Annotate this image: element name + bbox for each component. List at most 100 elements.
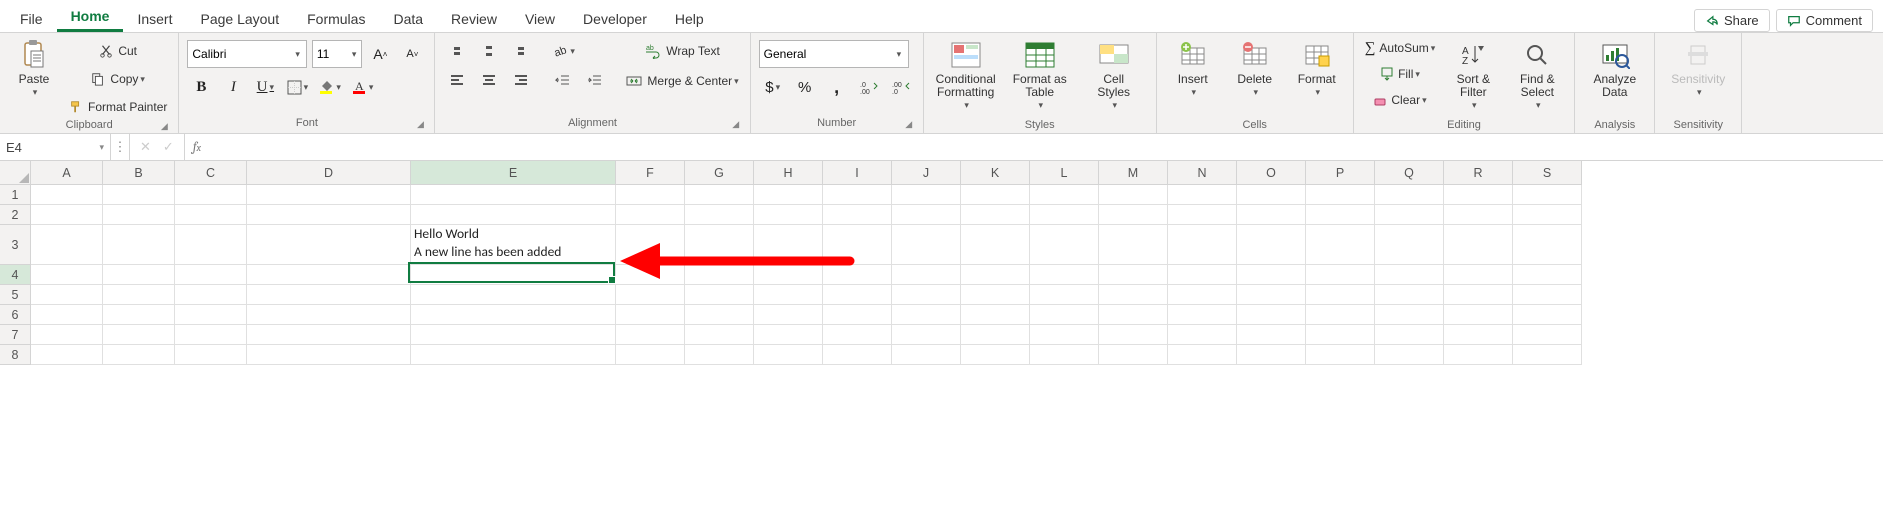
cell[interactable] (103, 185, 175, 205)
cell-E3[interactable]: Hello World A new line has been added (411, 225, 616, 265)
cell[interactable] (823, 225, 892, 265)
cell[interactable] (1444, 345, 1513, 365)
cell[interactable] (1030, 285, 1099, 305)
cell[interactable] (961, 185, 1030, 205)
cell[interactable] (1306, 185, 1375, 205)
cell[interactable] (1168, 285, 1237, 305)
align-middle-button[interactable] (475, 40, 503, 62)
cell[interactable] (1030, 225, 1099, 265)
tab-review[interactable]: Review (437, 5, 511, 32)
cell[interactable] (1375, 285, 1444, 305)
tab-insert[interactable]: Insert (123, 5, 186, 32)
comma-button[interactable]: , (823, 76, 851, 98)
col-header-F[interactable]: F (616, 161, 685, 185)
accounting-format-button[interactable]: $▾ (759, 76, 787, 98)
analyze-data-button[interactable]: Analyze Data (1583, 37, 1646, 119)
col-header-A[interactable]: A (31, 161, 103, 185)
cell[interactable] (754, 205, 823, 225)
copy-button[interactable]: Copy ▾ (66, 68, 170, 90)
number-format-select[interactable] (759, 40, 909, 68)
chevron-down-icon[interactable]: ▾ (99, 142, 104, 153)
cell[interactable] (1444, 325, 1513, 345)
cell[interactable] (1306, 225, 1375, 265)
fill-button[interactable]: Fill▾ (1362, 63, 1439, 85)
cell[interactable] (247, 325, 411, 345)
row-header-2[interactable]: 2 (0, 205, 31, 225)
decrease-indent-button[interactable] (549, 70, 577, 92)
chevron-down-icon[interactable]: ▾ (295, 49, 300, 60)
conditional-formatting-button[interactable]: Conditional Formatting▾ (932, 37, 1000, 119)
cell[interactable] (616, 265, 685, 285)
cell[interactable] (411, 285, 616, 305)
comment-button[interactable]: Comment (1776, 9, 1873, 32)
cell[interactable] (103, 265, 175, 285)
cell[interactable] (1513, 325, 1582, 345)
underline-button[interactable]: U▾ (251, 76, 279, 98)
cell[interactable] (31, 285, 103, 305)
increase-decimal-button[interactable]: .0.00 (855, 76, 883, 98)
cell[interactable] (247, 205, 411, 225)
cell[interactable] (1306, 285, 1375, 305)
cell[interactable] (1237, 205, 1306, 225)
cell-E4[interactable] (411, 265, 616, 285)
cell[interactable] (961, 205, 1030, 225)
fill-color-button[interactable]: ▾ (315, 76, 344, 98)
col-header-O[interactable]: O (1237, 161, 1306, 185)
cell[interactable] (31, 345, 103, 365)
cell[interactable] (103, 345, 175, 365)
cell[interactable] (1306, 325, 1375, 345)
dialog-launcher-icon[interactable]: ◢ (414, 119, 426, 131)
cell[interactable] (103, 285, 175, 305)
cell[interactable] (1168, 325, 1237, 345)
cell[interactable] (411, 305, 616, 325)
cell[interactable] (754, 285, 823, 305)
cell[interactable] (1513, 345, 1582, 365)
cell[interactable] (823, 305, 892, 325)
cell[interactable] (754, 265, 823, 285)
cell[interactable] (892, 285, 961, 305)
worksheet-grid[interactable]: A B C D E F G H I J K L M N O P Q R S 1 … (0, 161, 1883, 516)
cell[interactable] (1237, 265, 1306, 285)
cell[interactable] (823, 185, 892, 205)
cell[interactable] (685, 205, 754, 225)
cell[interactable] (1030, 265, 1099, 285)
cell[interactable] (31, 305, 103, 325)
cell[interactable] (685, 325, 754, 345)
font-color-button[interactable]: A▾ (348, 76, 377, 98)
select-all-corner[interactable] (0, 161, 31, 185)
cell[interactable] (823, 205, 892, 225)
tab-view[interactable]: View (511, 5, 569, 32)
col-header-D[interactable]: D (247, 161, 411, 185)
bold-button[interactable]: B (187, 76, 215, 98)
insert-cells-button[interactable]: Insert▾ (1165, 37, 1221, 119)
cell[interactable] (1099, 305, 1168, 325)
cell[interactable] (411, 205, 616, 225)
cell[interactable] (1444, 265, 1513, 285)
align-top-button[interactable] (443, 40, 471, 62)
col-header-E[interactable]: E (411, 161, 616, 185)
cell[interactable] (892, 325, 961, 345)
chevron-down-icon[interactable]: ▾ (352, 49, 357, 60)
align-center-button[interactable] (475, 70, 503, 92)
cell[interactable] (1306, 265, 1375, 285)
cell[interactable] (31, 325, 103, 345)
tab-data[interactable]: Data (379, 5, 437, 32)
col-header-C[interactable]: C (175, 161, 247, 185)
paste-button[interactable]: Paste ▾ (8, 37, 60, 119)
cell[interactable] (1513, 285, 1582, 305)
row-header-5[interactable]: 5 (0, 285, 31, 305)
cell[interactable] (1444, 205, 1513, 225)
align-left-button[interactable] (443, 70, 471, 92)
cell[interactable] (1168, 305, 1237, 325)
row-header-3[interactable]: 3 (0, 225, 31, 265)
italic-button[interactable]: I (219, 76, 247, 98)
cell[interactable] (1030, 325, 1099, 345)
cell[interactable] (31, 205, 103, 225)
cell[interactable] (1099, 205, 1168, 225)
formula-input[interactable] (209, 134, 1883, 160)
cell[interactable] (103, 205, 175, 225)
cell[interactable] (247, 345, 411, 365)
cell[interactable] (175, 345, 247, 365)
cell[interactable] (175, 285, 247, 305)
cell[interactable] (175, 185, 247, 205)
